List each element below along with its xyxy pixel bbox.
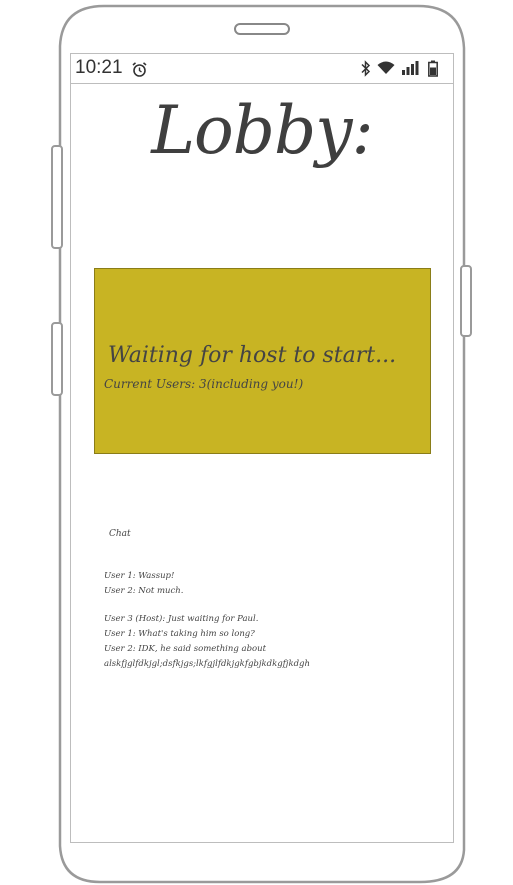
volume-down-button[interactable] [51,322,63,396]
waiting-panel: Waiting for host to start... Current Use… [94,268,431,454]
alarm-icon [132,62,147,77]
signal-icon [402,61,419,75]
bluetooth-icon [361,60,371,77]
current-users-text: Current Users: 3(including you!) [104,377,304,391]
chat-message: alskfjglfdkjgl;dsfkjgs;lkfgjlfdkjgkfgbjk… [104,659,310,669]
volume-up-button[interactable] [51,145,63,249]
chat-message: User 3 (Host): Just waiting for Paul. [104,614,259,624]
chat-message: User 2: Not much. [104,586,184,596]
chat-message: User 1: What's taking him so long? [104,629,255,639]
chat-label: Chat [109,529,131,539]
wifi-icon [377,61,395,74]
chat-message: User 1: Wassup! [104,571,175,581]
battery-icon [428,60,438,77]
speaker-grille [234,23,290,35]
waiting-status-text: Waiting for host to start... [108,343,397,368]
phone-screen: 10:21 Lobby: Waiting for host to start..… [70,53,454,843]
page-title: Lobby: [151,92,374,169]
power-button[interactable] [460,265,472,337]
chat-message: User 2: IDK, he said something about [104,644,267,654]
status-bar: 10:21 [71,54,453,84]
status-time: 10:21 [75,57,123,78]
